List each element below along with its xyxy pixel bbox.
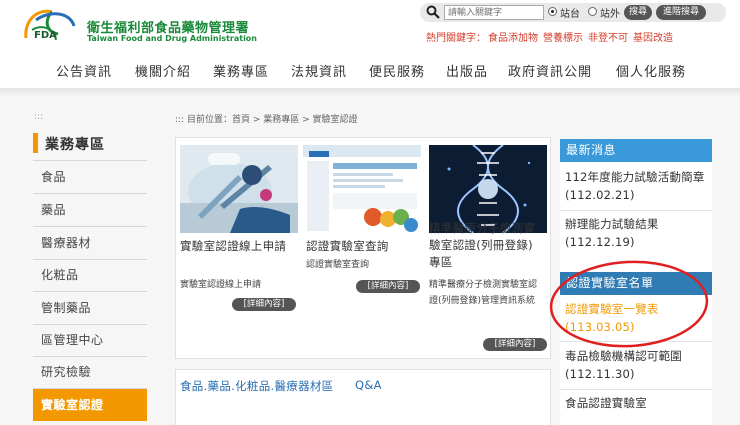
qa-link[interactable]: Q&A: [355, 378, 382, 392]
sidebar-item-controlled-drugs[interactable]: 管制藥品: [33, 292, 147, 324]
page: FDA 衛生福利部食品藥物管理署 Taiwan Food and Drug Ad…: [0, 0, 740, 425]
sidebar-item-lab-accreditation[interactable]: 實驗室認證: [33, 389, 147, 421]
card-desc-precision-medicine: 精準醫療分子檢測實驗室認證(列冊登錄)管理資訊系統: [429, 280, 538, 306]
sidebar-item-medical-devices[interactable]: 醫療器材: [33, 227, 147, 259]
highlight-annotation: [549, 260, 709, 348]
news-divider: [560, 389, 712, 390]
details-button-lab-search[interactable]: [詳細內容]: [356, 280, 420, 293]
qa-category-link[interactable]: 食品.藥品.化粧品.醫療器材區: [180, 378, 360, 395]
details-button-online-application[interactable]: [詳細內容]: [232, 298, 296, 311]
nav-item-business[interactable]: 業務專區: [213, 61, 269, 80]
hot-keyword-link[interactable]: 非登不可: [588, 33, 628, 44]
nav-item-regulations[interactable]: 法規資訊: [291, 61, 347, 80]
radio-site-label: 站台: [560, 9, 580, 20]
card-desc-online-application: 實驗室認證線上申請: [180, 280, 262, 290]
details-button-precision-medicine[interactable]: [詳細內容]: [483, 338, 547, 351]
search-button[interactable]: 搜尋: [624, 5, 652, 20]
service-cards: 實驗室認證線上申請 實驗室認證線上申請 [詳細內容] 認證實驗室查詢 認證實驗室…: [175, 137, 551, 359]
hot-keywords: 熱門關鍵字： 食品添加物 營養標示 非登不可 基因改造: [426, 29, 678, 44]
search-input[interactable]: [444, 5, 544, 20]
radio-site[interactable]: [548, 7, 557, 16]
sidebar-title: 業務專區: [45, 137, 105, 153]
cert-item-drug-testing-scope[interactable]: 毒品檢驗機構認可範圍(112.11.30): [565, 347, 705, 383]
radio-external-label: 站外: [600, 9, 620, 20]
nav-item-services[interactable]: 便民服務: [369, 61, 425, 80]
site-header: FDA 衛生福利部食品藥物管理署 Taiwan Food and Drug Ad…: [0, 0, 740, 88]
nav-item-open-gov[interactable]: 政府資訊公開: [508, 61, 592, 80]
card-image-lab-search[interactable]: [303, 145, 421, 233]
news-header[interactable]: 最新消息: [560, 139, 712, 162]
card-title-online-application[interactable]: 實驗室認證線上申請: [180, 238, 292, 255]
nav-divider: [0, 88, 740, 96]
card-image-online-application[interactable]: [180, 145, 298, 233]
news-item-proficiency-brochure[interactable]: 112年度能力試驗活動簡章(112.02.21): [565, 168, 705, 204]
sidebar-title-accent: [33, 133, 38, 153]
card-title-lab-search[interactable]: 認證實驗室查詢: [306, 238, 420, 255]
sidebar-item-cosmetics[interactable]: 化粧品: [33, 259, 147, 291]
cert-item-food-labs[interactable]: 食品認證實驗室: [565, 394, 705, 412]
hot-keyword-link[interactable]: 基因改造: [633, 33, 673, 44]
nav-item-publications[interactable]: 出版品: [446, 61, 488, 80]
search-icon[interactable]: [426, 5, 440, 19]
news-item-proficiency-results[interactable]: 辦理能力試驗結果(112.12.19): [565, 215, 705, 251]
sidebar-anchor: :::: [34, 112, 44, 122]
sidebar-item-drugs[interactable]: 藥品: [33, 194, 147, 226]
nav-item-about[interactable]: 機關介紹: [135, 61, 191, 80]
logo-title-en: Taiwan Food and Drug Administration: [87, 34, 257, 43]
hot-keyword-link[interactable]: 營養標示: [543, 33, 583, 44]
card-desc-lab-search: 認證實驗室查詢: [306, 260, 370, 270]
sidebar-item-regional-centers[interactable]: 區管理中心: [33, 324, 147, 356]
hot-keywords-label: 熱門關鍵字：: [426, 33, 486, 44]
sidebar-item-research[interactable]: 研究檢驗: [33, 356, 147, 388]
qa-box: 食品.藥品.化粧品.醫療器材區 Q&A: [175, 369, 551, 425]
breadcrumb: ::: 目前位置：首頁 > 業務專區 > 實驗室認證: [175, 115, 358, 125]
hot-keyword-link[interactable]: 食品添加物: [488, 33, 538, 44]
nav-item-announcements[interactable]: 公告資訊: [56, 61, 112, 80]
nav-item-personal[interactable]: 個人化服務: [616, 61, 686, 80]
advanced-search-button[interactable]: 進階搜尋: [656, 5, 706, 20]
news-divider: [560, 210, 712, 211]
sidebar-item-food[interactable]: 食品: [33, 161, 147, 193]
radio-external[interactable]: [588, 7, 597, 16]
card-title-precision-medicine[interactable]: 精準醫療分子檢測實驗室認證(列冊登錄) 專區: [429, 220, 545, 271]
fda-logo-mark: FDA: [34, 30, 57, 41]
